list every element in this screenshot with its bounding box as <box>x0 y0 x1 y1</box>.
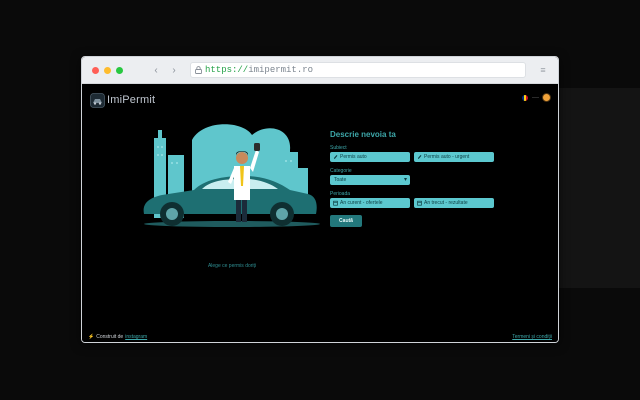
terms-link[interactable]: Termeni și condiții <box>512 334 552 340</box>
illustration-caption: Alege ce permis doriți <box>207 263 257 269</box>
chevron-right-icon: › <box>172 65 176 76</box>
close-window-button[interactable] <box>92 67 99 74</box>
subject-options: Permis auto Permis auto - urgent <box>330 152 500 162</box>
chevron-down-icon: ▾ <box>403 177 407 183</box>
period-option-label: An trecut - rezultate <box>424 200 468 206</box>
category-value: Toate <box>334 177 347 183</box>
period-label: Perioada <box>330 191 351 197</box>
browser-window: ‹ › https://imipermit.ro ≡ ImiPermit — A… <box>81 56 559 343</box>
pencil-icon <box>418 155 422 159</box>
subject-label: Subiect <box>330 145 347 151</box>
bolt-icon: ⚡ <box>88 334 95 340</box>
subject-option-normal[interactable]: Permis auto <box>330 152 410 162</box>
category-select[interactable]: Toate ▾ <box>330 175 410 185</box>
hero-illustration <box>143 124 320 227</box>
search-form: Descrie nevoia ta Subiect Permis auto Pe… <box>330 130 500 227</box>
built-by-text: Construit de <box>96 334 124 340</box>
chevron-left-icon: ‹ <box>154 65 158 76</box>
subject-option-label: Permis auto <box>340 154 367 160</box>
calendar-icon <box>333 200 338 206</box>
site-logo[interactable]: ImiPermit <box>90 92 155 108</box>
maximize-window-button[interactable] <box>116 67 123 74</box>
language-switcher: — <box>522 94 550 101</box>
category-label: Categorie <box>330 168 352 174</box>
url-host: imipermit.ro <box>248 65 314 75</box>
pencil-icon <box>334 155 338 159</box>
instagram-link[interactable]: instagram <box>125 334 147 340</box>
footer-credits: ⚡ Construit de instagram <box>88 334 147 340</box>
period-option-label: An curent - ofertele <box>340 200 383 206</box>
logo-mark-icon <box>90 92 105 108</box>
menu-icon: ≡ <box>540 65 546 75</box>
back-button[interactable]: ‹ <box>148 64 164 77</box>
browser-titlebar: ‹ › https://imipermit.ro ≡ <box>82 57 558 84</box>
forward-button[interactable]: › <box>166 64 182 77</box>
browser-menu-button[interactable]: ≡ <box>536 64 550 76</box>
background-band <box>556 88 640 288</box>
search-button[interactable]: Caută <box>330 215 362 227</box>
language-separator: — <box>532 94 539 101</box>
page-content: ImiPermit — Alege ce permis doriți Descr… <box>82 85 558 342</box>
form-title: Descrie nevoia ta <box>330 130 396 139</box>
address-bar[interactable]: https://imipermit.ro <box>190 62 526 78</box>
subject-option-urgent[interactable]: Permis auto - urgent <box>414 152 494 162</box>
brand-name: ImiPermit <box>107 94 156 106</box>
theme-toggle-icon[interactable] <box>543 94 550 101</box>
calendar-icon <box>417 200 422 206</box>
subject-option-label: Permis auto - urgent <box>424 154 470 160</box>
minimize-window-button[interactable] <box>104 67 111 74</box>
url-protocol: https:// <box>205 65 249 75</box>
period-option-current[interactable]: An curent - ofertele <box>330 198 410 208</box>
period-option-previous[interactable]: An trecut - rezultate <box>414 198 494 208</box>
romanian-flag-icon[interactable] <box>522 94 528 101</box>
lock-icon <box>195 66 202 74</box>
period-options: An curent - ofertele An trecut - rezulta… <box>330 198 500 208</box>
